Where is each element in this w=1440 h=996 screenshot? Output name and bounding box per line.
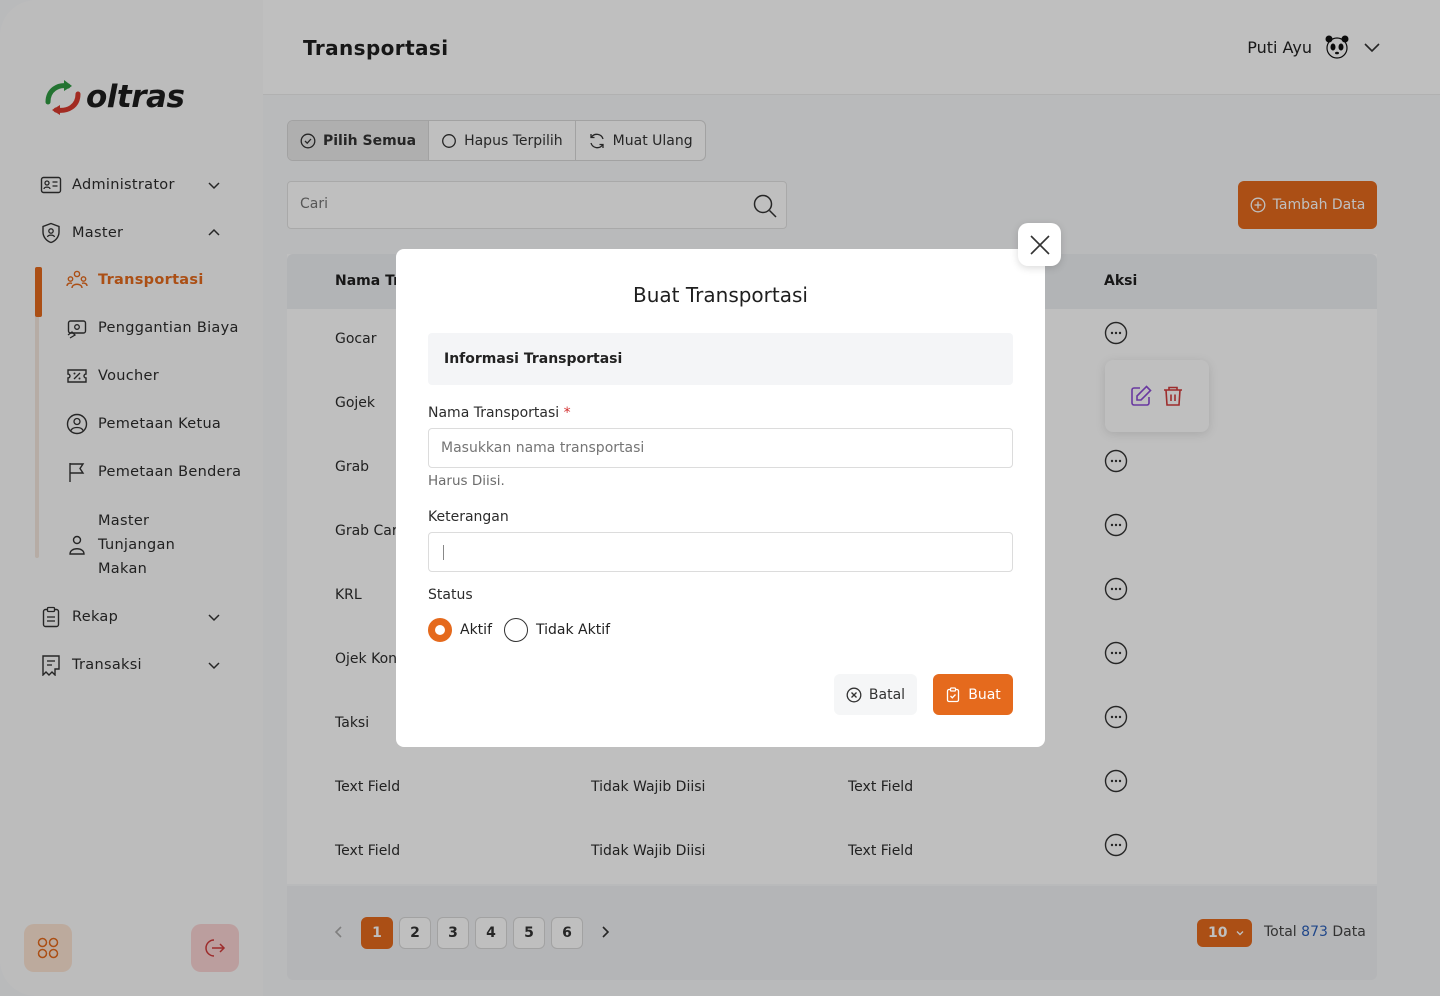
close-icon xyxy=(1029,234,1050,255)
section-header: Informasi Transportasi xyxy=(428,333,1013,385)
create-transport-dialog: Buat Transportasi Informasi Transportasi… xyxy=(396,249,1045,747)
name-field-label: Nama Transportasi * xyxy=(428,405,571,421)
name-label-text: Nama Transportasi xyxy=(428,405,560,421)
description-label: Keterangan xyxy=(428,509,509,525)
radio-active-label: Aktif xyxy=(460,622,492,638)
radio-inactive[interactable] xyxy=(504,618,528,642)
name-field-hint: Harus Diisi. xyxy=(428,473,505,489)
transport-name-input[interactable] xyxy=(441,440,991,456)
radio-active[interactable] xyxy=(428,618,452,642)
clipboard-check-icon xyxy=(947,686,960,702)
close-dialog-button[interactable] xyxy=(1018,223,1061,266)
radio-inactive-label: Tidak Aktif xyxy=(536,622,611,638)
description-field[interactable] xyxy=(428,532,1013,572)
x-circle-icon xyxy=(846,687,862,702)
section-title: Informasi Transportasi xyxy=(444,351,623,367)
dialog-title: Buat Transportasi xyxy=(633,283,808,307)
text-caret xyxy=(443,545,444,560)
status-label: Status xyxy=(428,587,473,603)
cancel-button[interactable]: Batal xyxy=(834,674,917,715)
create-button[interactable]: Buat xyxy=(933,674,1013,715)
cancel-label: Batal xyxy=(868,686,906,703)
status-radio-group: Aktif Tidak Aktif xyxy=(428,618,610,642)
create-label: Buat xyxy=(968,686,1001,703)
name-field xyxy=(428,428,1013,468)
required-mark: * xyxy=(563,405,571,421)
